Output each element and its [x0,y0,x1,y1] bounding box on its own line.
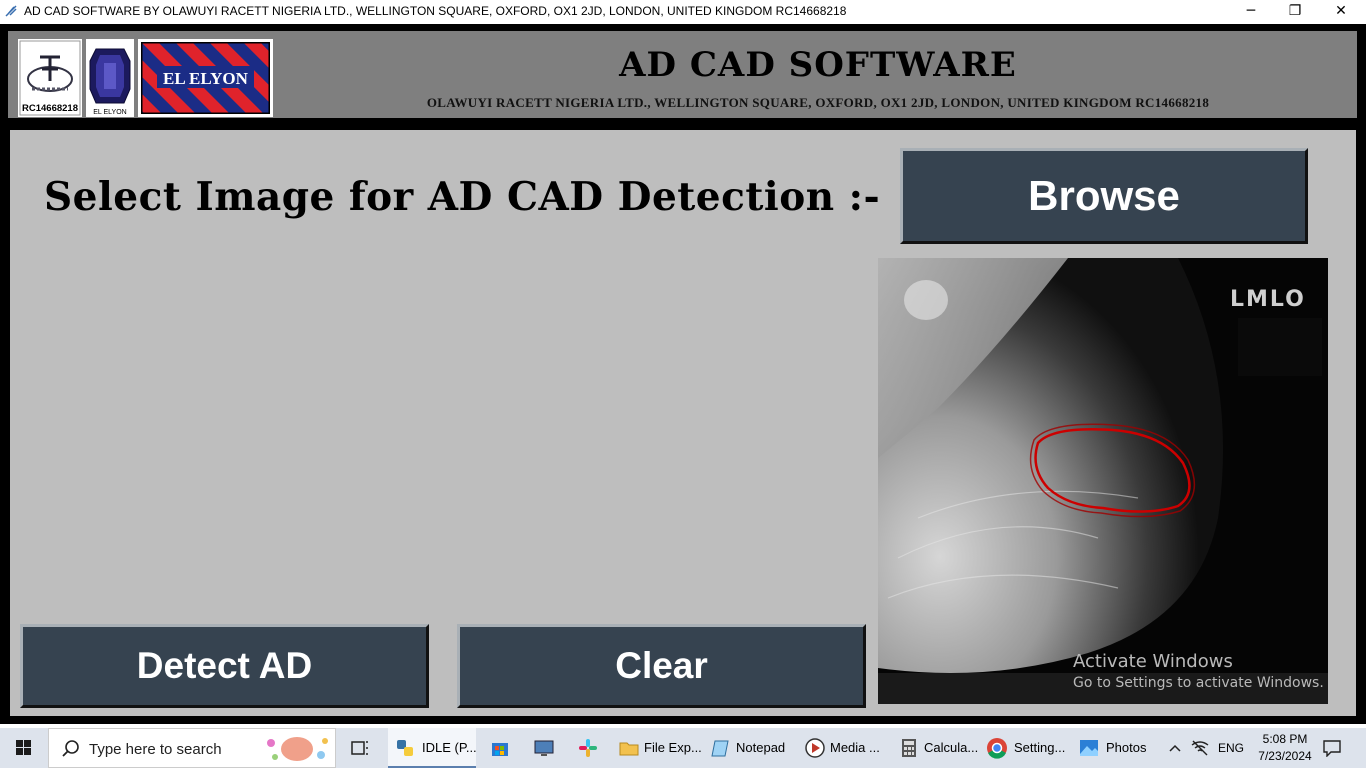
watermark-subtitle: Go to Settings to activate Windows. [1073,675,1324,691]
detect-ad-button[interactable]: Detect AD [20,624,429,708]
network-monitor-icon [534,740,554,756]
clock-time: 5:08 PM [1262,732,1308,746]
task-view-button[interactable] [346,728,374,768]
app-subtitle: OLAWUYI RACETT NIGERIA LTD., WELLINGTON … [426,95,1210,110]
task-view-icon [351,741,368,755]
app-window: RC14668218 EL ELYON EL ELYON AD CAD SOFT… [0,24,1366,724]
taskbar-app-store[interactable] [486,728,514,768]
notepad-icon [711,740,729,757]
el-elyon-logo-text: EL ELYON [163,69,249,88]
el-elyon-logo: EL ELYON [138,39,273,117]
company-logo: RC14668218 [18,39,82,117]
taskbar-app-label: File Exp... [644,740,702,755]
start-button[interactable] [0,728,48,768]
media-player-icon [805,738,825,758]
notification-icon [1323,740,1341,757]
windows-logo-icon [16,740,31,755]
taskbar-app-file-explorer[interactable]: File Exp... [616,728,702,768]
taskbar-app-slack[interactable] [574,728,602,768]
select-image-prompt: Select Image for AD CAD Detection :- [44,174,881,220]
minimize-button[interactable]: ─ [1228,0,1274,24]
taskbar-app-photos[interactable]: Photos [1078,728,1150,768]
taskbar-app-label: Photos [1106,740,1147,755]
mammogram-image: LMLO [878,258,1328,704]
store-icon [492,743,508,756]
taskbar-app-monitor[interactable] [530,728,558,768]
close-button[interactable]: ✕ [1318,0,1364,24]
gem-logo: EL ELYON [86,39,134,117]
notifications-button[interactable] [1322,728,1344,768]
restore-button[interactable]: ❐ [1272,0,1318,24]
search-highlight-icon [267,737,328,761]
clear-button[interactable]: Clear [457,624,866,708]
show-hidden-icons-button[interactable] [1168,728,1184,768]
company-seal-icon: RC14668218 [19,40,81,116]
photos-icon [1080,740,1098,756]
window-title: AD CAD SOFTWARE BY OLAWUYI RACETT NIGERI… [24,4,847,18]
python-icon [397,740,413,756]
company-logo-caption: RC14668218 [22,103,78,114]
taskbar-app-media[interactable]: Media ... [802,728,886,768]
no-network-icon [1191,740,1209,756]
search-placeholder: Type here to search [89,741,222,758]
taskbar-app-notepad[interactable]: Notepad [708,728,792,768]
chrome-icon [987,738,1007,759]
network-status[interactable] [1190,728,1212,768]
gem-logo-caption: EL ELYON [93,109,126,116]
taskbar-app-label: Calcula... [924,740,979,755]
window-titlebar: AD CAD SOFTWARE BY OLAWUYI RACETT NIGERI… [0,0,1366,24]
image-view-label: LMLO [1230,287,1306,312]
watermark-title: Activate Windows [1073,651,1233,672]
folder-icon [619,742,639,756]
browse-button[interactable]: Browse [900,148,1308,244]
taskbar-app-calculator[interactable]: Calcula... [896,728,979,768]
header-banner: RC14668218 EL ELYON EL ELYON AD CAD SOFT… [8,31,1357,118]
taskbar-app-label: Setting... [1014,740,1066,755]
app-title: AD CAD SOFTWARE [619,45,1017,85]
chevron-up-icon [1169,744,1181,752]
slack-icon [579,739,597,757]
taskbar-app-label: IDLE (P... [422,740,477,755]
taskbar: Type here to search IDLE (P... File Exp.… [0,728,1366,768]
input-language[interactable]: ENG [1218,728,1246,768]
taskbar-search[interactable]: Type here to search [48,728,336,768]
taskbar-app-label: Notepad [736,740,786,755]
calculator-icon [902,739,916,757]
mammogram-image-view: LMLO [878,258,1328,704]
search-icon [62,740,79,757]
feather-app-icon [5,5,17,17]
taskbar-app-label: Media ... [830,740,880,755]
sapphire-gem-icon: EL ELYON [86,39,134,117]
activate-windows-watermark: Activate Windows Go to Settings to activ… [1073,651,1324,691]
taskbar-app-idle[interactable]: IDLE (P... [388,728,477,768]
clock[interactable]: 5:08 PM 7/23/2024 [1252,728,1318,768]
striped-banner-icon: EL ELYON [139,40,272,116]
main-panel: Select Image for AD CAD Detection :- Bro… [10,130,1356,716]
clock-date: 7/23/2024 [1258,749,1312,763]
taskbar-app-settings[interactable]: Setting... [986,728,1066,768]
